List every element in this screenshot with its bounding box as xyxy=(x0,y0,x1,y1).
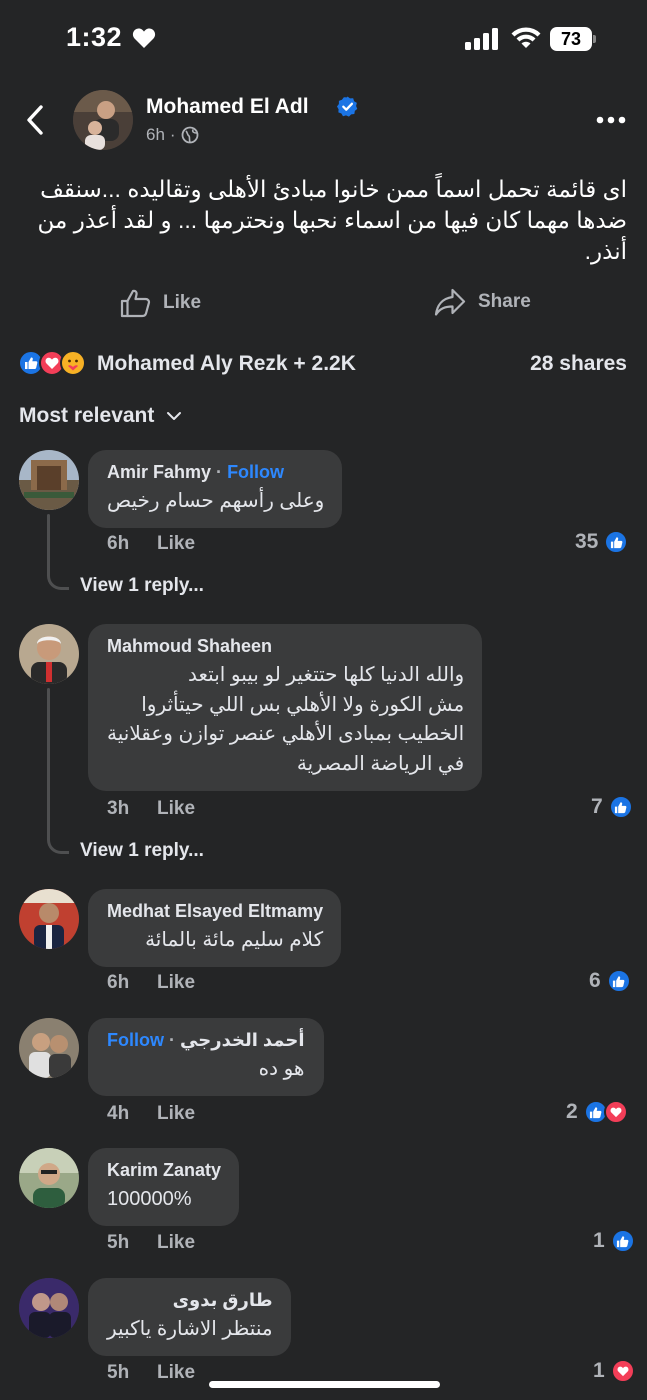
share-icon xyxy=(434,288,466,316)
comment-like-button[interactable]: Like xyxy=(157,533,195,555)
view-replies-link[interactable]: View 1 reply... xyxy=(80,575,204,597)
home-indicator[interactable] xyxy=(209,1381,440,1388)
follow-link[interactable]: Follow xyxy=(227,462,284,482)
comment-bubble[interactable]: طارق بدوى منتظر الاشارة ياكبير xyxy=(88,1278,291,1356)
post-time: 6h xyxy=(146,125,165,144)
like-reaction-icon xyxy=(606,969,631,993)
comment-time: 5h xyxy=(107,1232,130,1253)
like-button[interactable]: Like xyxy=(120,288,201,318)
care-reaction-icon xyxy=(60,350,86,376)
like-reaction-icon xyxy=(604,530,629,554)
comment-author[interactable]: Amir Fahmy · Follow xyxy=(107,461,324,483)
comment-like-button[interactable]: Like xyxy=(157,798,195,820)
sort-dropdown[interactable]: Most relevant xyxy=(19,404,182,428)
more-options-icon[interactable] xyxy=(596,116,626,124)
comment-reaction-count[interactable]: 6 xyxy=(589,969,631,993)
thread-curve xyxy=(47,568,69,590)
reaction-icons[interactable] xyxy=(18,350,86,376)
comment-author[interactable]: طارق بدوى xyxy=(107,1289,273,1311)
verified-badge-icon xyxy=(337,96,358,117)
comment-reaction-count[interactable]: 1 xyxy=(593,1229,635,1253)
love-reaction-icon xyxy=(610,1359,635,1383)
comment-reaction-count[interactable]: 35 xyxy=(575,530,629,554)
comment-text: كلام سليم مائة بالمائة xyxy=(145,929,324,951)
like-reaction-icon xyxy=(610,1229,635,1253)
author-name[interactable]: Mohamed El Adl xyxy=(146,95,309,119)
share-button[interactable]: Share xyxy=(434,288,531,316)
comment-author[interactable]: Mahmoud Shaheen xyxy=(107,635,464,657)
comment-text: هو ده xyxy=(258,1058,305,1080)
comment-avatar[interactable] xyxy=(19,624,79,684)
wifi-icon xyxy=(511,27,541,48)
comment-bubble[interactable]: Karim Zanaty 100000% xyxy=(88,1148,240,1226)
love-reaction-icon xyxy=(603,1100,628,1124)
like-reaction-icon xyxy=(608,795,633,819)
comment-like-button[interactable]: Like xyxy=(157,972,195,994)
comment-bubble[interactable]: Amir Fahmy · Follow وعلى رأسهم حسام رخيص xyxy=(88,450,343,528)
share-label: Share xyxy=(478,291,531,312)
heart-status-icon xyxy=(132,28,156,48)
post-text: اى قائمة تحمل اسماً ممن خانوا مبادئ الأه… xyxy=(37,176,627,264)
battery-level: 73 xyxy=(550,27,592,51)
comment-text: 100000% xyxy=(107,1188,192,1210)
signal-icon xyxy=(465,28,498,50)
author-avatar[interactable] xyxy=(73,90,133,150)
thumbs-up-icon xyxy=(120,289,151,318)
like-label: Like xyxy=(163,292,202,313)
thread-line xyxy=(47,688,50,838)
comment-reaction-count[interactable]: 7 xyxy=(591,795,633,819)
globe-icon xyxy=(181,126,198,144)
comment-avatar[interactable] xyxy=(19,1148,79,1208)
comment-time: 6h xyxy=(107,972,130,993)
sort-label: Most relevant xyxy=(19,404,155,427)
comment-avatar[interactable] xyxy=(19,1278,79,1338)
comment-reaction-count[interactable]: 1 xyxy=(593,1359,635,1383)
comment-author[interactable]: Medhat Elsayed Eltmamy xyxy=(107,900,323,922)
comment-like-button[interactable]: Like xyxy=(157,1103,195,1125)
comment-like-button[interactable]: Like xyxy=(157,1362,195,1384)
reactions-summary[interactable]: Mohamed Aly Rezk + 2.2K xyxy=(97,352,356,376)
status-time: 1:32 xyxy=(66,22,123,52)
comment-reaction-count[interactable]: 2 xyxy=(566,1100,628,1124)
comment-time: 3h xyxy=(107,798,130,819)
battery-indicator: 73 xyxy=(550,27,596,51)
comment-avatar[interactable] xyxy=(19,450,79,510)
comment-text: وعلى رأسهم حسام رخيص xyxy=(107,490,325,512)
post-meta: 6h · xyxy=(146,125,199,145)
follow-link[interactable]: Follow xyxy=(107,1030,164,1050)
comment-avatar[interactable] xyxy=(19,889,79,949)
comment-time: 6h xyxy=(107,533,130,554)
comment-time: 4h xyxy=(107,1103,130,1124)
comment-time: 5h xyxy=(107,1362,130,1383)
comment-author[interactable]: Follow · أحمد الخدرجي xyxy=(107,1029,304,1051)
comment-text: منتظر الاشارة ياكبير xyxy=(107,1318,273,1340)
comment-bubble[interactable]: Follow · أحمد الخدرجي هو ده xyxy=(88,1018,325,1096)
comment-bubble[interactable]: Medhat Elsayed Eltmamy كلام سليم مائة با… xyxy=(88,889,342,967)
comment-like-button[interactable]: Like xyxy=(157,1232,195,1254)
comment-author[interactable]: Karim Zanaty xyxy=(107,1159,221,1181)
comment-text: والله الدنيا كلها حتتغير لو بيبو ابتعد م… xyxy=(107,664,465,775)
comment-avatar[interactable] xyxy=(19,1018,79,1078)
comment-bubble[interactable]: Mahmoud Shaheen والله الدنيا كلها حتتغير… xyxy=(88,624,483,791)
shares-count[interactable]: 28 shares xyxy=(530,352,627,376)
thread-line xyxy=(47,514,50,574)
back-arrow-icon[interactable] xyxy=(24,104,46,136)
view-replies-link[interactable]: View 1 reply... xyxy=(80,840,204,862)
chevron-down-icon xyxy=(167,412,182,420)
thread-curve xyxy=(47,832,69,854)
